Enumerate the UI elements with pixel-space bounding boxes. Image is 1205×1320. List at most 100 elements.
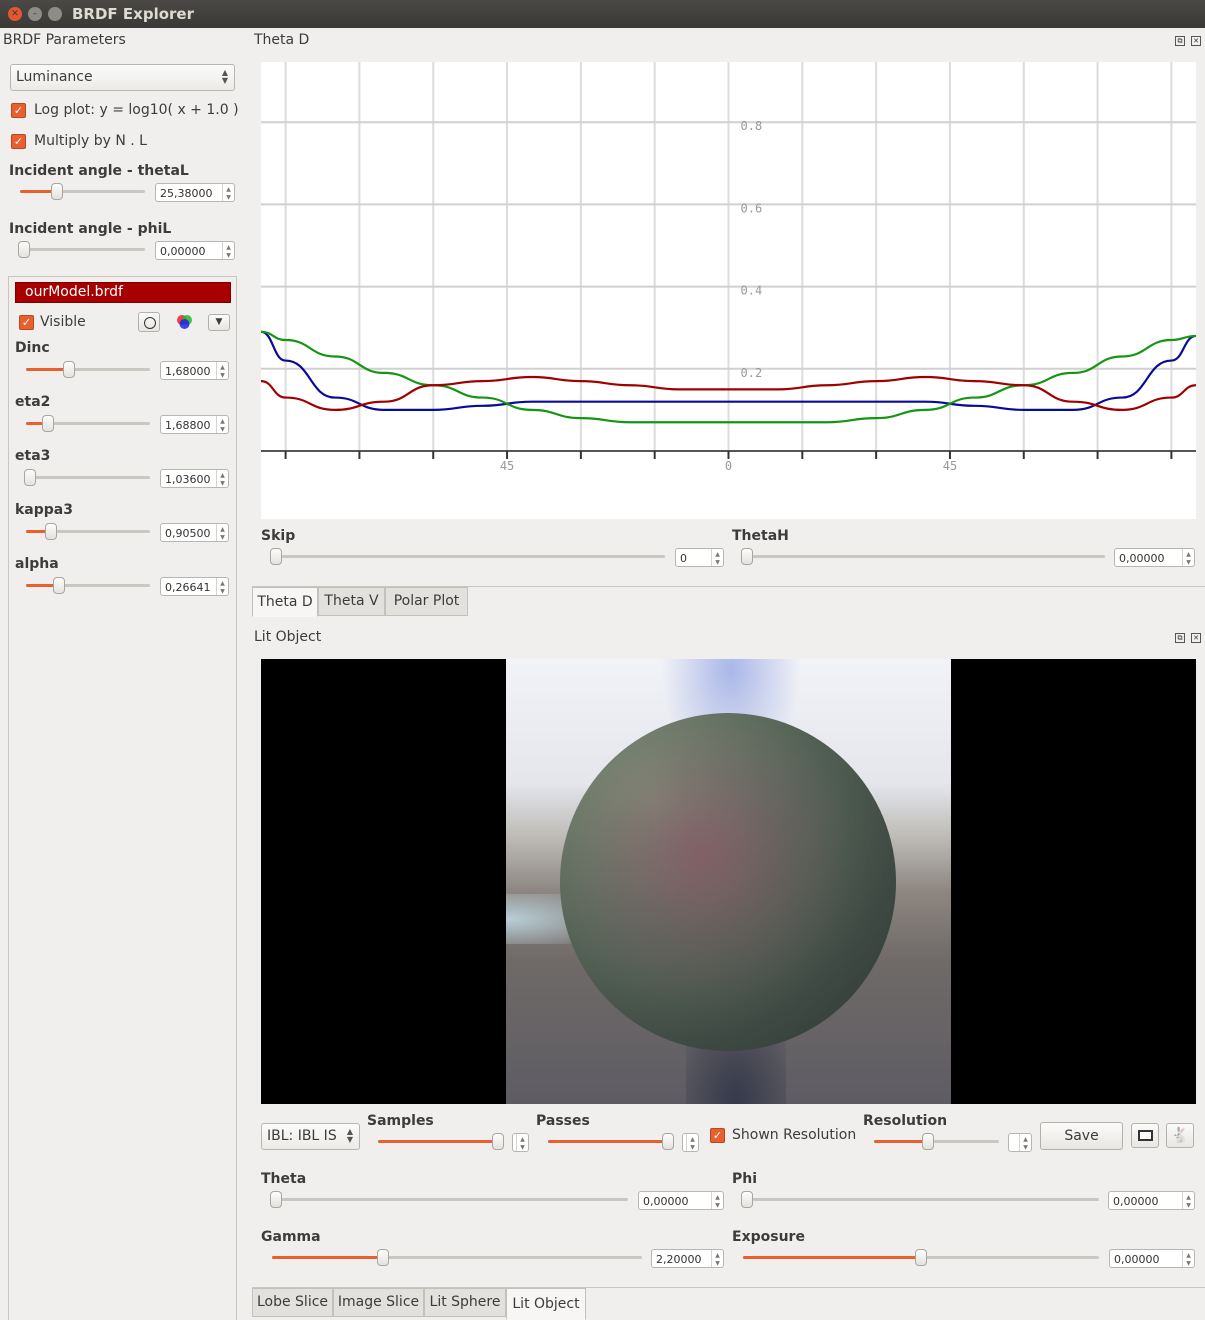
slider-handle[interactable] (377, 1249, 389, 1266)
slider-handle[interactable] (492, 1133, 504, 1150)
param-spinbox-1[interactable]: 1,68800 ▲ ▼ (160, 415, 229, 434)
color-wheel-icon (177, 315, 192, 329)
samples-spinbox[interactable]: ▲ ▼ (512, 1133, 529, 1152)
spin-arrows-icon[interactable]: ▲ ▼ (216, 362, 228, 379)
param-spinbox-2[interactable]: 1,03600 ▲ ▼ (160, 469, 229, 488)
slider-handle[interactable] (662, 1133, 674, 1150)
slider-handle[interactable] (915, 1249, 927, 1266)
slider-handle[interactable] (18, 241, 30, 258)
spin-arrows-icon[interactable]: ▲ ▼ (216, 470, 228, 487)
slider-handle[interactable] (53, 577, 65, 594)
passes-spinbox[interactable]: ▲ ▼ (682, 1133, 699, 1152)
param-spinbox-4[interactable]: 0,26641 ▲ ▼ (160, 577, 229, 596)
spin-arrows-icon[interactable]: ▲ ▼ (216, 578, 228, 595)
spin-arrows-icon[interactable]: ▲ ▼ (711, 1192, 723, 1209)
spin-arrows-icon[interactable]: ▲ ▼ (1182, 1250, 1194, 1267)
tab-lit-sphere[interactable]: Lit Sphere (424, 1288, 506, 1317)
resolution-spinbox[interactable]: ▲ ▼ (1008, 1133, 1032, 1152)
slider-handle[interactable] (45, 523, 57, 540)
dock-close-icon[interactable]: ✕ (1191, 36, 1201, 46)
spin-arrows-icon[interactable]: ▲ ▼ (711, 1250, 723, 1267)
slider-handle[interactable] (922, 1133, 934, 1150)
param-label-3: kappa3 (15, 502, 73, 518)
tab-theta-v[interactable]: Theta V (318, 587, 385, 616)
tab-image-slice[interactable]: Image Slice (333, 1288, 424, 1317)
undock-icon[interactable]: ⧉ (1175, 36, 1185, 46)
slider-handle[interactable] (63, 361, 75, 378)
theta-l-spinbox[interactable]: 25,38000 ▲ ▼ (155, 183, 235, 202)
param-slider-0[interactable] (26, 361, 150, 378)
exposure-slider[interactable] (743, 1249, 1099, 1266)
param-label-2: eta3 (15, 448, 51, 464)
spin-arrows-icon[interactable]: ▲ ▼ (216, 416, 228, 433)
spin-arrows-icon[interactable]: ▲ ▼ (711, 549, 723, 566)
theta-slider[interactable] (270, 1191, 628, 1208)
slider-handle[interactable] (270, 1191, 282, 1208)
tab-lobe-slice[interactable]: Lobe Slice (252, 1288, 333, 1317)
dock-close-icon[interactable]: ✕ (1191, 633, 1201, 643)
tab-lit-object[interactable]: Lit Object (506, 1288, 586, 1320)
param-slider-1[interactable] (26, 415, 150, 432)
visible-checkbox[interactable]: ✓ (19, 315, 34, 330)
slider-handle[interactable] (51, 183, 63, 200)
theta-l-slider[interactable] (20, 183, 145, 200)
param-value-2: 1,03600 (165, 473, 211, 486)
spin-arrows-icon[interactable]: ▲ ▼ (1182, 1192, 1194, 1209)
close-icon[interactable]: ✕ (8, 7, 22, 21)
resolution-label: Resolution (863, 1113, 948, 1129)
spin-arrows-icon[interactable]: ▲ ▼ (1182, 549, 1194, 566)
image-button[interactable] (1131, 1123, 1159, 1148)
thetah-slider[interactable] (741, 548, 1105, 565)
spin-arrows-icon[interactable]: ▲ ▼ (222, 242, 234, 259)
tab-theta-d[interactable]: Theta D (252, 587, 318, 617)
samples-slider[interactable] (378, 1133, 504, 1150)
phi-slider[interactable] (741, 1191, 1099, 1208)
tab-polar-plot[interactable]: Polar Plot (385, 587, 468, 616)
spin-arrows-icon[interactable]: ▲ ▼ (1019, 1134, 1031, 1151)
slider-handle[interactable] (24, 469, 36, 486)
slider-handle[interactable] (42, 415, 54, 432)
color-button[interactable] (173, 312, 195, 332)
phi-l-spinbox[interactable]: 0,00000 ▲ ▼ (155, 241, 235, 260)
theta-spinbox[interactable]: 0,00000 ▲ ▼ (638, 1191, 724, 1210)
skip-slider[interactable] (270, 548, 665, 565)
slider-handle[interactable] (741, 1191, 753, 1208)
ibl-combo[interactable]: IBL: IBL IS ▲ ▼ (261, 1123, 360, 1150)
bunny-button[interactable]: 🐇 (1166, 1123, 1194, 1148)
spin-arrows-icon[interactable]: ▲ ▼ (222, 184, 234, 201)
param-spinbox-3[interactable]: 0,90500 ▲ ▼ (160, 523, 229, 542)
undock-icon[interactable]: ⧉ (1175, 633, 1185, 643)
maximize-icon[interactable] (48, 7, 62, 21)
lit-sphere-object (560, 713, 896, 1051)
thetah-spinbox[interactable]: 0,00000 ▲ ▼ (1114, 548, 1195, 567)
gamma-slider[interactable] (272, 1249, 642, 1266)
resolution-slider[interactable] (874, 1133, 999, 1150)
passes-slider[interactable] (548, 1133, 674, 1150)
phi-spinbox[interactable]: 0,00000 ▲ ▼ (1108, 1191, 1195, 1210)
param-spinbox-0[interactable]: 1,68000 ▲ ▼ (160, 361, 229, 380)
gamma-label: Gamma (261, 1229, 321, 1245)
brdf-name-bar[interactable]: ourModel.brdf (15, 282, 231, 303)
brdf-menu-button[interactable]: ▼ (208, 314, 230, 331)
spin-arrows-icon[interactable]: ▲ ▼ (216, 524, 228, 541)
lit-object-viewport[interactable] (261, 659, 1196, 1104)
mode-combo[interactable]: Luminance ▲ ▼ (10, 64, 235, 91)
shown-resolution-checkbox[interactable]: ✓ (710, 1128, 725, 1143)
theta-d-plot[interactable]: 0.8 0.6 0.4 0.2 45 0 45 (260, 62, 1197, 519)
param-slider-3[interactable] (26, 523, 150, 540)
solo-button[interactable] (138, 312, 160, 332)
phi-l-slider[interactable] (18, 241, 145, 258)
gamma-spinbox[interactable]: 2,20000 ▲ ▼ (651, 1249, 724, 1268)
skip-spinbox[interactable]: 0 ▲ ▼ (675, 548, 724, 567)
spin-arrows-icon[interactable]: ▲ ▼ (516, 1134, 528, 1151)
save-button[interactable]: Save (1040, 1122, 1123, 1150)
minimize-icon[interactable]: – (28, 7, 42, 21)
slider-handle[interactable] (270, 548, 282, 565)
exposure-spinbox[interactable]: 0,00000 ▲ ▼ (1109, 1249, 1195, 1268)
param-slider-4[interactable] (26, 577, 150, 594)
log-plot-checkbox[interactable]: ✓ (11, 103, 26, 118)
slider-handle[interactable] (741, 548, 753, 565)
param-slider-2[interactable] (24, 469, 150, 486)
multiply-checkbox[interactable]: ✓ (11, 134, 26, 149)
spin-arrows-icon[interactable]: ▲ ▼ (686, 1134, 698, 1151)
